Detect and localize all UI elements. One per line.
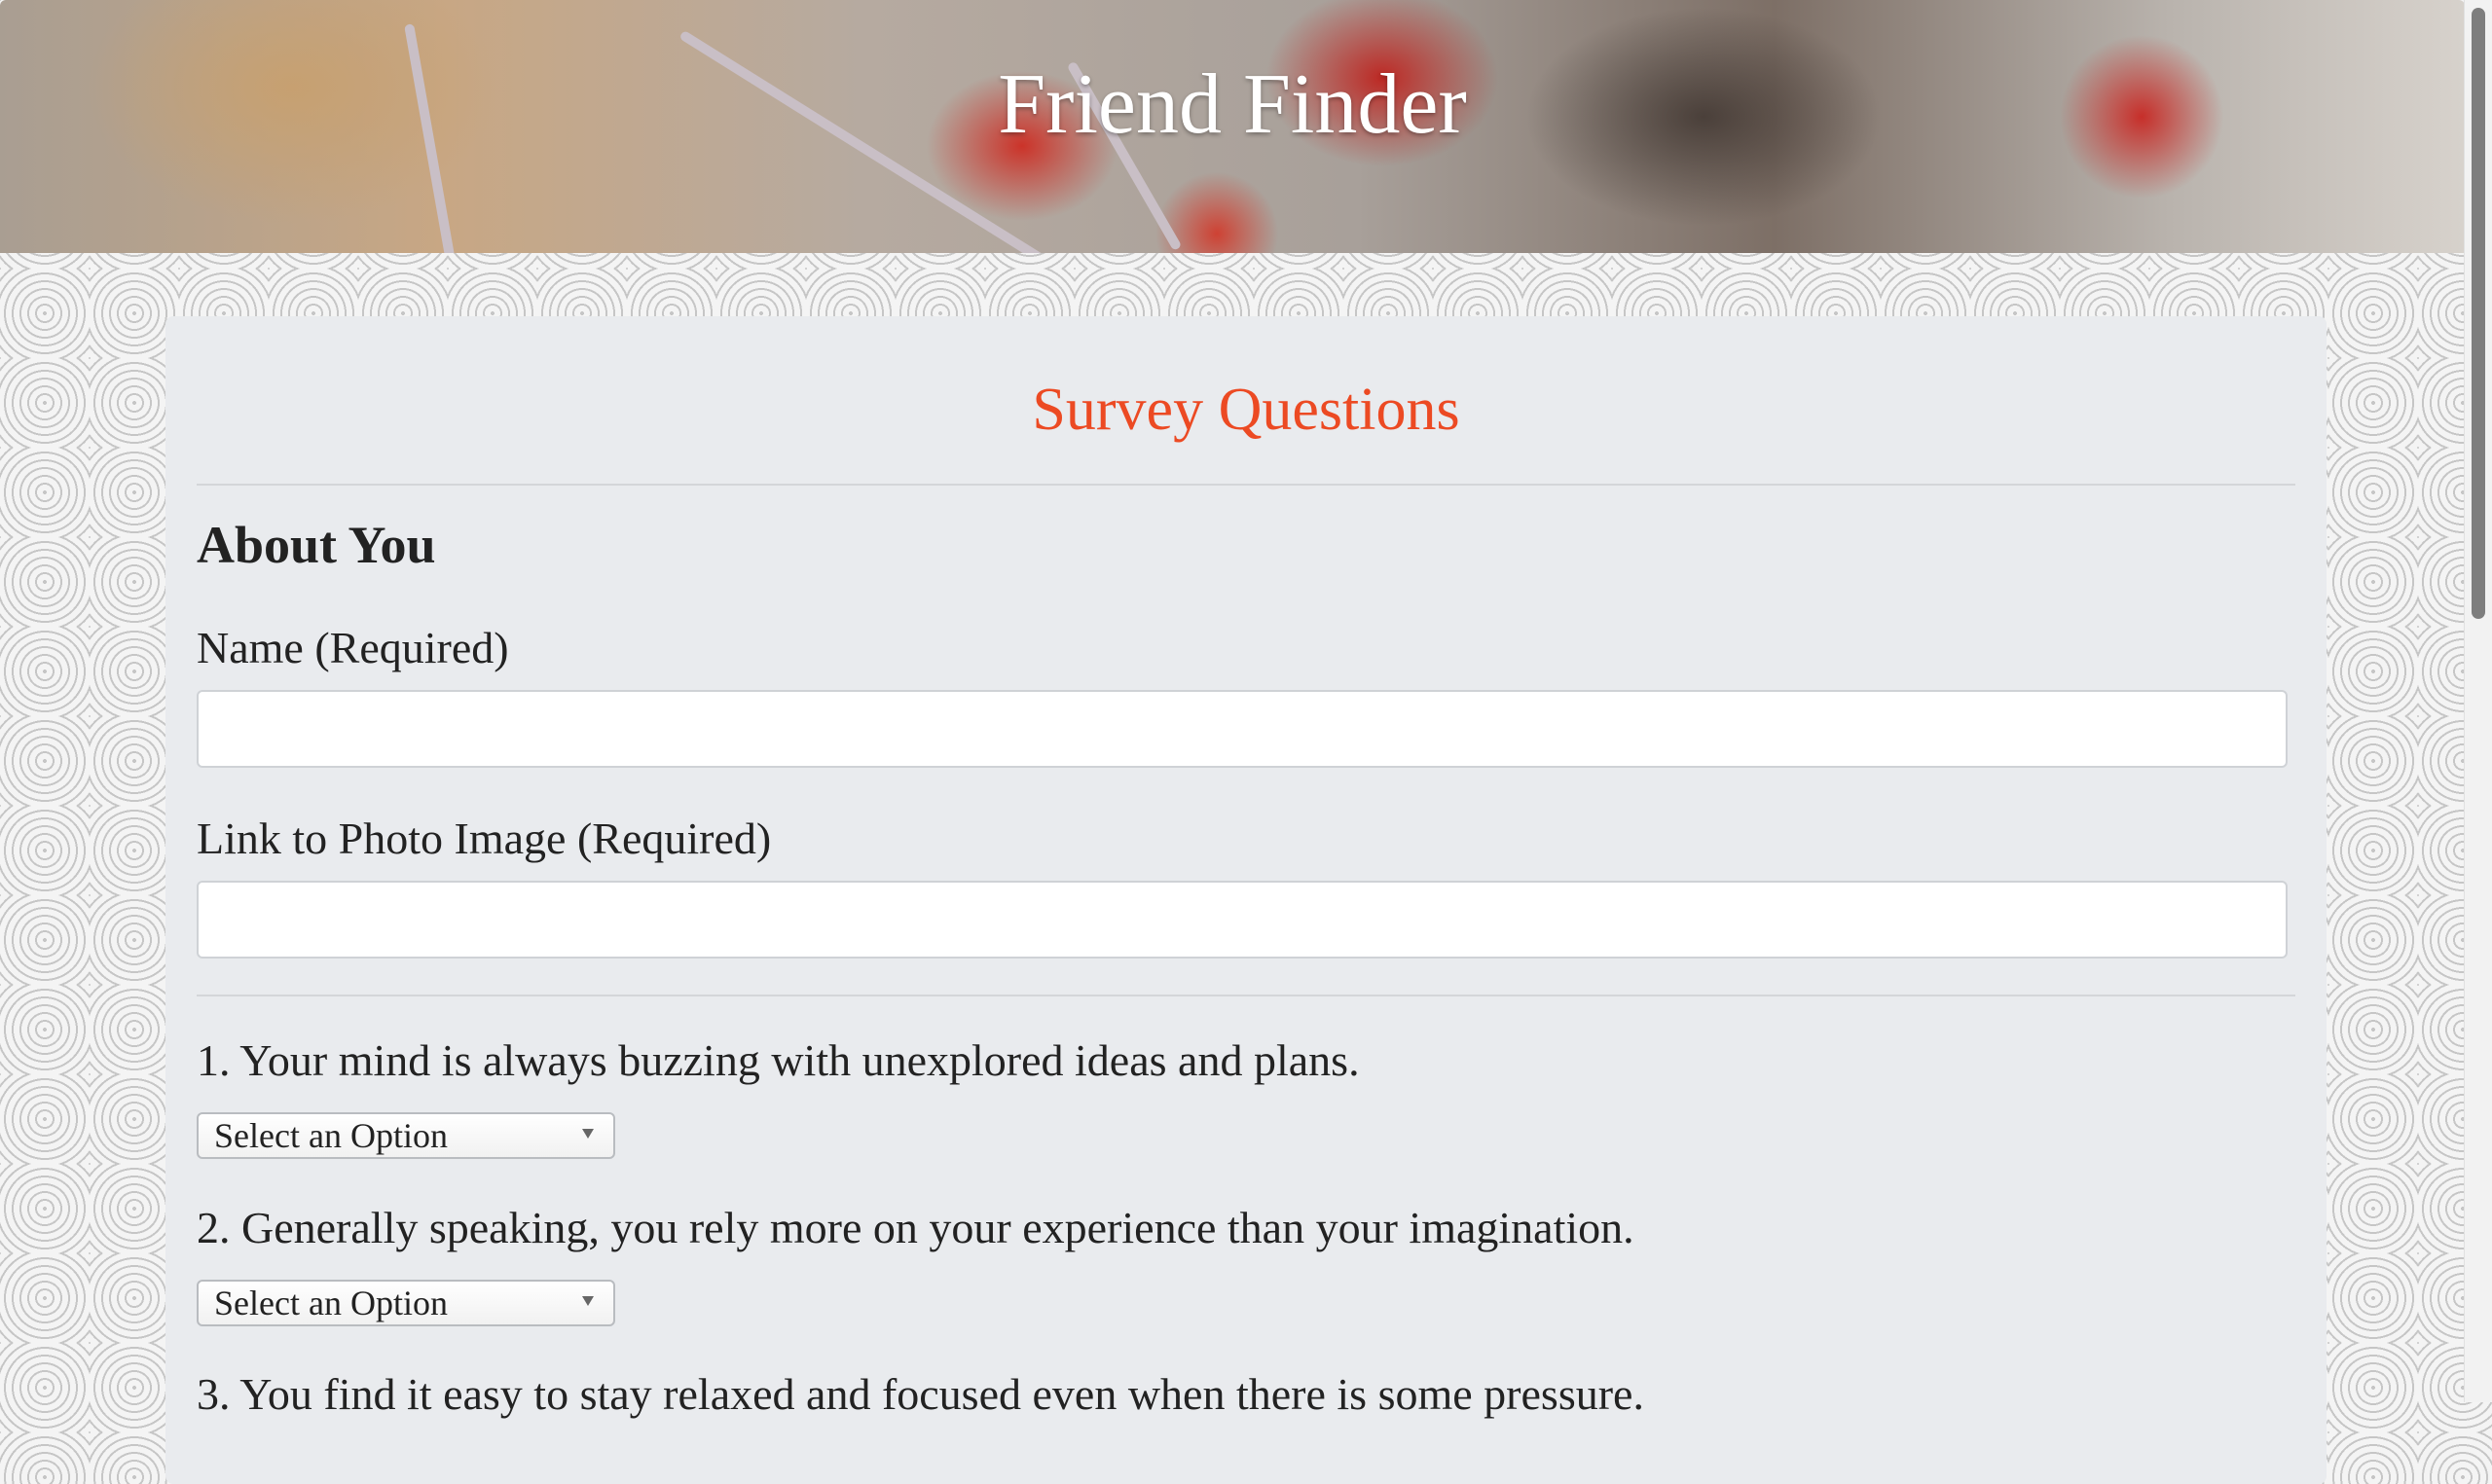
question-1-label: 1. Your mind is always buzzing with unex… [197,1035,1360,1085]
survey-heading: Survey Questions [1032,377,1460,443]
question-1-select[interactable]: Select an Option [197,1112,615,1159]
question-2-label: 2. Generally speaking, you rely more on … [197,1203,1634,1252]
survey-card: Survey Questions About You Name (Require… [165,316,2327,1484]
divider [197,995,2295,996]
question-1-select-value: Select an Option [214,1116,448,1155]
photo-link-label: Link to Photo Image (Required) [197,814,772,863]
question-2-select[interactable]: Select an Option [197,1280,615,1326]
about-you-heading: About You [197,516,436,574]
header-banner: Friend Finder [0,0,2465,253]
name-input[interactable] [197,690,2288,768]
name-label: Name (Required) [197,623,509,672]
question-3-label: 3. You find it easy to stay relaxed and … [197,1369,1644,1419]
divider [197,484,2295,486]
scrollbar-thumb[interactable] [2472,8,2485,619]
photo-link-input[interactable] [197,881,2288,959]
question-2-select-value: Select an Option [214,1284,448,1322]
dropdown-arrow-icon [582,1296,594,1306]
vertical-scrollbar[interactable] [2464,0,2492,1402]
dropdown-arrow-icon [582,1129,594,1139]
site-title: Friend Finder [998,57,1467,152]
